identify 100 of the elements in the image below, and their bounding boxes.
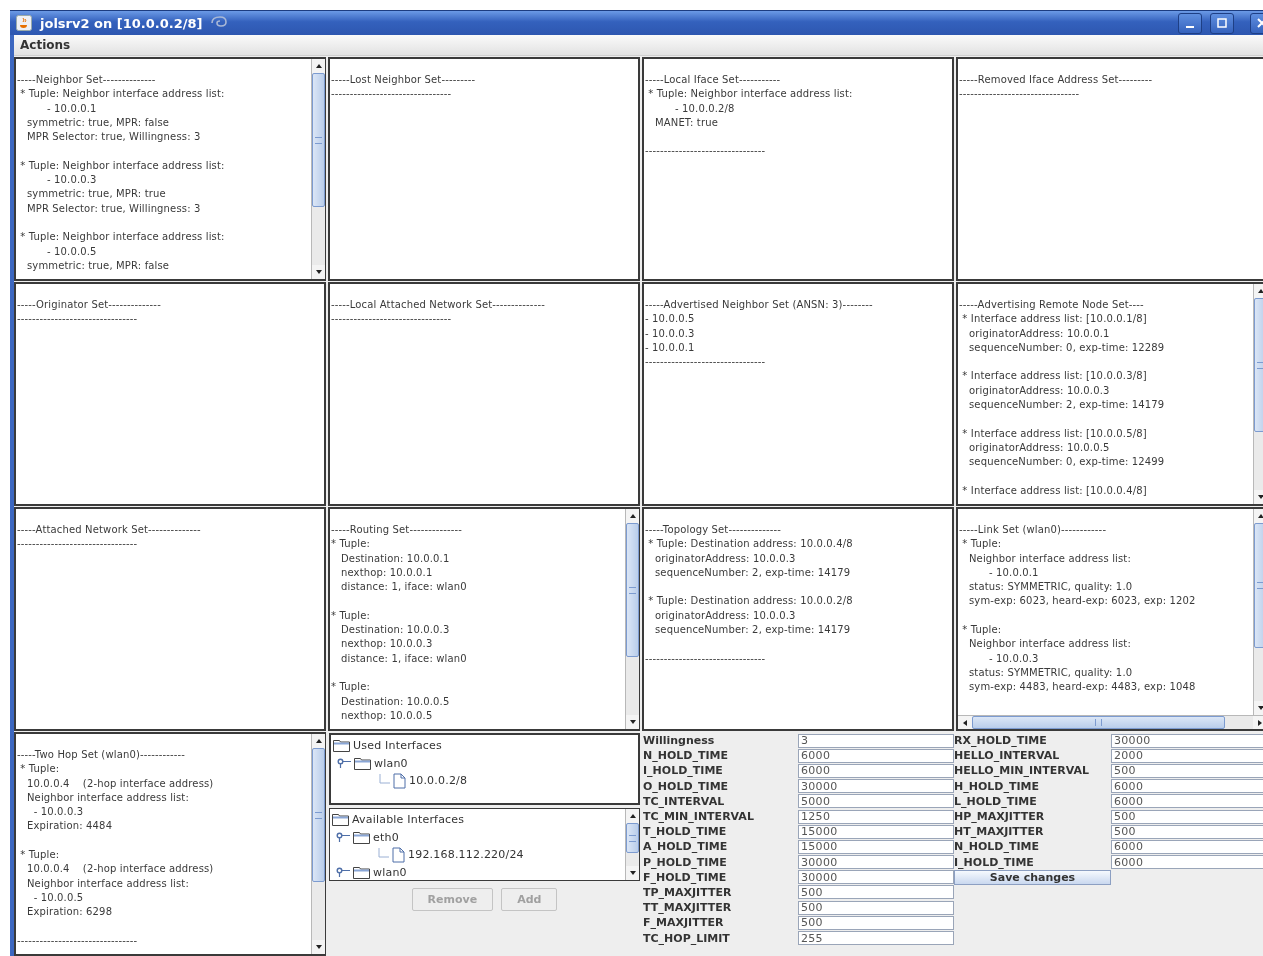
parameter-field[interactable]: 500 [1111,809,1263,824]
parameter-field[interactable]: 6000 [798,763,954,778]
parameter-label: O_HOLD_TIME [643,779,730,793]
parameter-field[interactable]: 30000 [1111,733,1263,748]
text-line: -----Routing Set-------------- [331,523,462,537]
text-line: -------------------------------- [17,312,138,327]
tree-item[interactable]: wlan0 [374,756,408,770]
text-line: -----Neighbor Set-------------- [17,73,156,87]
scrollbar[interactable] [311,59,325,279]
text-line: sequenceNumber: 2, exp-time: 14179 [968,398,1165,413]
parameter-field[interactable]: 3 [798,733,954,748]
arrow-down-icon [628,718,637,726]
scrollbar[interactable] [958,715,1263,729]
text-line: -----Removed Iface Address Set--------- [959,73,1153,87]
text-line: originatorAddress: 10.0.0.5 [968,440,1110,455]
save-button[interactable]: Save changes [954,869,1111,885]
text-line: 10.0.0.4 (2-hop interface address) [26,862,214,877]
tree-item[interactable]: Available Interfaces [352,813,465,827]
parameter-label: HP_MAXJITTER [954,810,1046,824]
folder-icon [332,813,349,827]
text-line: - 10.0.0.1 [645,340,695,355]
text-line: Destination: 10.0.0.3 [340,623,450,638]
text-line: -------------------------------- [645,651,766,666]
parameter-label: TP_MAXJITTER [643,885,733,899]
text-line: * Tuple: [961,623,1002,638]
parameter-field[interactable]: 30000 [798,779,954,794]
text-line: sequenceNumber: 0, exp-time: 12499 [968,455,1165,470]
scrollbar[interactable] [625,509,639,729]
window-title: jolsrv2 on [10.0.0.2/8] [40,15,203,31]
text-line: -----Advertised Neighbor Set (ANSN: 3)-------- [645,298,873,312]
text-line: * Tuple: Destination address: 10.0.0.2/8 [647,594,853,609]
text-line: Expiration: 4484 [26,819,113,834]
parameter-field[interactable]: 500 [798,900,954,915]
folder-icon [353,830,370,844]
text-line: * Tuple: [331,680,370,695]
arrow-right-icon [1256,719,1263,727]
arrow-down-icon [1256,493,1263,501]
parameter-label: L_HOLD_TIME [954,794,1038,808]
tree-item[interactable]: 10.0.0.2/8 [409,774,468,788]
menu-item[interactable]: Actions [20,38,71,53]
text-line: sym-exp: 4483, heard-exp: 4483, exp: 1048 [968,680,1196,695]
text-line: status: SYMMETRIC, quality: 1.0 [968,580,1133,595]
parameter-field[interactable]: 6000 [1111,794,1263,809]
text-line: -------------------------------- [645,144,766,159]
parameter-field[interactable]: 500 [798,885,954,900]
parameter-field[interactable]: 5000 [798,794,954,809]
arrow-down-icon [314,943,323,951]
text-line: -----Topology Set-------------- [645,523,782,537]
text-line: MPR Selector: true, Willingness: 3 [26,201,201,216]
parameter-field[interactable]: 6000 [798,748,954,763]
parameter-field[interactable]: 15000 [798,824,954,839]
text-line: distance: 1, iface: wlan0 [340,580,467,595]
parameter-field[interactable]: 6000 [1111,839,1263,854]
expander-icon[interactable] [336,867,350,878]
text-line: - 10.0.0.3 [645,326,695,341]
tree-item[interactable]: wlan0 [373,865,407,879]
text-line: - 10.0.0.5 [32,890,84,905]
text-line: sequenceNumber: 2, exp-time: 14179 [654,623,851,638]
scrollbar[interactable] [1253,284,1263,504]
parameter-label: I_HOLD_TIME [643,764,724,778]
text-line: sequenceNumber: 2, exp-time: 14179 [654,565,851,580]
text-line: symmetric: true, MPR: true [26,187,166,202]
text-line: Neighbor interface address list: [26,790,189,805]
scrollbar[interactable] [625,809,639,880]
parameter-field[interactable]: 30000 [798,855,954,870]
parameter-field[interactable]: 255 [798,931,954,946]
parameter-label: TC_HOP_LIMIT [643,931,731,945]
parameter-field[interactable]: 500 [1111,824,1263,839]
parameter-field[interactable]: 30000 [798,870,954,885]
parameter-field[interactable]: 6000 [1111,779,1263,794]
app-icon [16,15,32,32]
text-line: Destination: 10.0.0.1 [340,551,450,566]
text-line: Neighbor interface address list: [26,876,189,891]
tree-item[interactable]: Used Interfaces [353,739,442,753]
scrollbar[interactable] [311,734,325,954]
text-line: - 10.0.0.3 [45,173,97,188]
parameter-label: TC_INTERVAL [643,794,726,808]
parameter-field[interactable]: 500 [1111,763,1263,778]
tree-item[interactable]: 192.168.112.220/24 [408,848,524,862]
text-line: nexthop: 10.0.0.1 [340,565,433,580]
arrow-down-icon [314,268,323,276]
minimize-button[interactable] [1178,12,1202,34]
parameter-field[interactable]: 15000 [798,839,954,854]
parameter-label: H_HOLD_TIME [954,779,1040,793]
scrollbar[interactable] [1253,509,1263,715]
parameter-field[interactable]: 500 [798,915,954,930]
text-line: -----Originator Set-------------- [17,298,161,312]
maximize-button[interactable] [1210,12,1234,34]
arrow-up-icon [628,512,637,520]
text-line: symmetric: true, MPR: false [26,115,170,130]
text-line: - 10.0.0.1 [987,565,1039,580]
expander-icon[interactable] [337,758,351,769]
parameter-field[interactable]: 2000 [1111,748,1263,763]
parameter-label: A_HOLD_TIME [643,840,729,854]
tree-item[interactable]: eth0 [373,830,399,844]
expander-icon[interactable] [336,832,350,843]
parameter-label: T_HOLD_TIME [643,825,728,839]
text-line: Expiration: 6298 [26,905,113,920]
parameter-field[interactable]: 1250 [798,809,954,824]
parameter-field[interactable]: 6000 [1111,855,1263,870]
